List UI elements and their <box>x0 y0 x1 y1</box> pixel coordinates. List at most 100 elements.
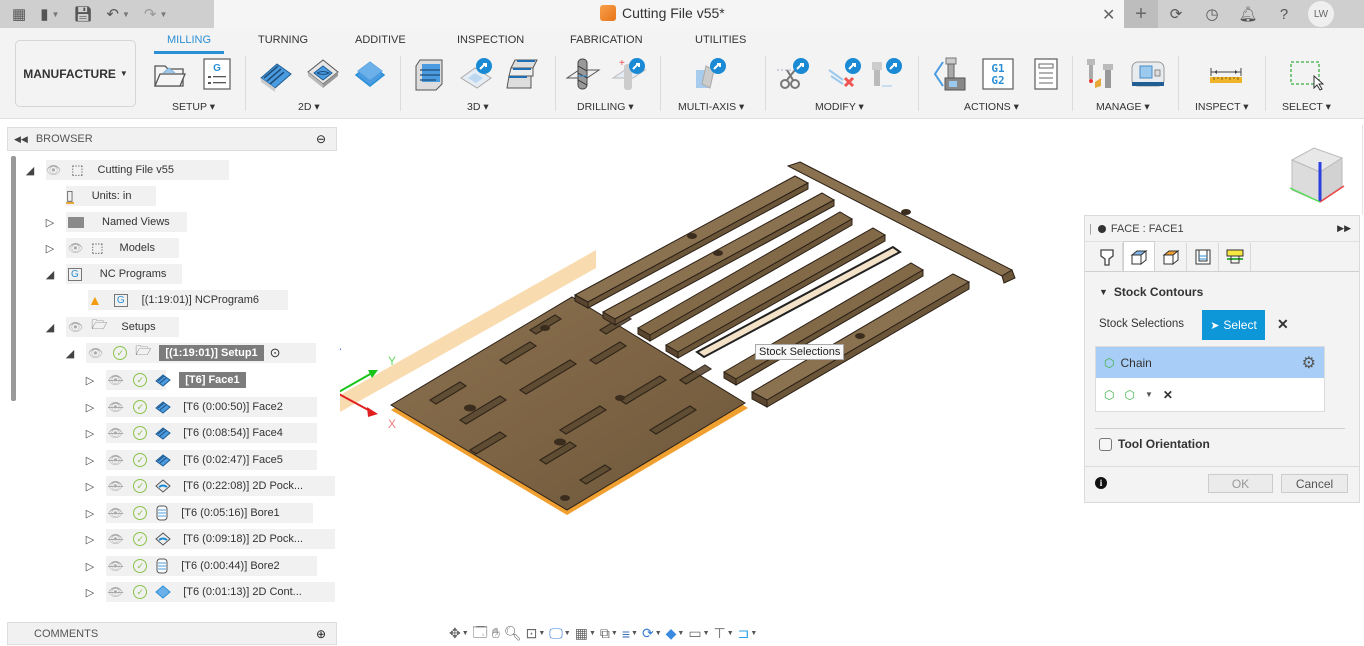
look-at-icon[interactable]: 🗔︎ <box>473 622 488 646</box>
group-multi-axis-label[interactable]: MULTI-AXIS ▾ <box>678 101 744 113</box>
job-status-icon[interactable]: ◷ <box>1194 5 1230 23</box>
orbit-icon[interactable]: ✥▼ <box>449 625 469 642</box>
redo-icon[interactable]: ↷▼ <box>144 5 168 23</box>
tree-node-operation[interactable]: ▷👁︎✓[T6 (0:01:13)] 2D Cont... <box>84 582 302 602</box>
2d-adaptive-icon[interactable] <box>258 56 294 92</box>
stock-display-icon[interactable]: ◆▼ <box>666 625 685 642</box>
tree-node-operation[interactable]: ▷👁︎✓[T6 (0:05:16)] Bore1 <box>84 503 280 523</box>
tree-node-operation[interactable]: ▷👁︎✓[T6 (0:09:18)] 2D Pock... <box>84 529 303 549</box>
geometry-tab-icon[interactable] <box>1123 241 1155 271</box>
3d-pocket-addin-icon[interactable] <box>458 56 494 92</box>
visibility-eye-icon[interactable]: 👁︎ <box>46 163 61 177</box>
expand-closed-icon[interactable]: ▷ <box>84 560 96 573</box>
tool-orientation-toggle[interactable]: Tool Orientation <box>1099 437 1210 451</box>
tab-inspection[interactable]: INSPECTION <box>457 34 524 46</box>
group-drilling-label[interactable]: DRILLING ▾ <box>577 101 634 113</box>
visibility-hidden-icon[interactable]: 👁︎ <box>108 506 123 520</box>
grid-menu-icon[interactable]: ▦ <box>12 5 26 23</box>
remove-chain-icon[interactable]: ✕ <box>1163 388 1173 402</box>
grid-icon[interactable]: ▦▼ <box>575 625 596 642</box>
setup-icon[interactable] <box>151 56 187 92</box>
tool-orientation-checkbox[interactable] <box>1099 438 1112 451</box>
tree-node-operation[interactable]: ▷👁︎✓[T6 (0:00:50)] Face2 <box>84 397 283 417</box>
add-chain-icon[interactable]: ⬡ <box>1104 388 1114 402</box>
expand-closed-icon[interactable]: ▷ <box>84 401 96 414</box>
visibility-hidden-icon[interactable]: 👁︎ <box>108 373 123 387</box>
chevron-down-icon[interactable]: ▼ <box>1145 390 1153 399</box>
steep-shallow-icon[interactable] <box>505 56 541 92</box>
viewports-icon[interactable]: ⧉▼ <box>600 625 618 642</box>
tool-display-icon[interactable]: ⊤▼ <box>714 625 734 642</box>
workspace-switcher[interactable]: MANUFACTURE ▼ <box>15 40 136 107</box>
tree-node-operation[interactable]: ▷👁︎✓[T6] Face1 <box>84 370 246 390</box>
visibility-hidden-icon[interactable]: 👁︎ <box>108 559 123 573</box>
group-3d-label[interactable]: 3D ▾ <box>467 101 489 113</box>
new-tab-icon[interactable]: + <box>1124 0 1158 28</box>
stock-select-button[interactable]: ➤ Select <box>1202 310 1265 340</box>
tree-node-operation[interactable]: ▷👁︎✓[T6 (0:08:54)] Face4 <box>84 423 283 443</box>
fit-icon[interactable]: ⊡▼ <box>526 625 546 642</box>
drill-icon[interactable] <box>565 56 601 92</box>
cancel-button[interactable]: Cancel <box>1281 474 1348 493</box>
collapse-browser-icon[interactable]: ◀◀ <box>14 134 28 145</box>
expand-closed-icon[interactable]: ▷ <box>84 507 96 520</box>
file-icon[interactable]: ▮▼ <box>40 5 59 23</box>
expand-closed-icon[interactable]: ▷ <box>44 242 56 255</box>
info-icon[interactable]: i <box>1095 477 1107 489</box>
post-process-icon[interactable]: G1G2 <box>980 56 1016 92</box>
simulate-icon[interactable] <box>933 56 969 92</box>
tree-node-nc-programs[interactable]: ◢ G NC Programs <box>44 264 166 284</box>
extensions-icon[interactable]: ⟳ <box>1158 5 1194 23</box>
gear-icon[interactable]: ⚙ <box>1302 353 1316 373</box>
zoom-icon[interactable]: 🔍︎ <box>504 625 522 642</box>
group-select-label[interactable]: SELECT ▾ <box>1282 101 1331 113</box>
visibility-eye-icon[interactable]: 👁︎ <box>88 346 103 360</box>
2d-pocket-icon[interactable] <box>305 56 341 92</box>
active-setup-icon[interactable]: ⊙ <box>270 345 281 361</box>
refresh-icon[interactable]: ⟳▼ <box>642 625 662 642</box>
browser-scrollbar[interactable] <box>11 156 16 401</box>
display-settings-icon[interactable]: 🖵︎▼ <box>549 625 570 642</box>
toolpath-display-icon[interactable]: ⊐▼ <box>738 625 758 642</box>
tool-tab-icon[interactable] <box>1091 243 1123 271</box>
visibility-hidden-icon[interactable]: 👁︎ <box>108 532 123 546</box>
browser-minimize-icon[interactable]: ⊖ <box>316 132 326 146</box>
tool-addin-icon[interactable] <box>868 56 904 92</box>
expand-closed-icon[interactable]: ▷ <box>84 480 96 493</box>
ok-button[interactable]: OK <box>1208 474 1273 493</box>
visibility-hidden-icon[interactable]: 👁︎ <box>108 585 123 599</box>
expand-closed-icon[interactable]: ▷ <box>44 216 56 229</box>
visibility-hidden-icon[interactable]: 👁︎ <box>108 400 123 414</box>
tab-turning[interactable]: TURNING <box>258 34 308 46</box>
tree-node-models[interactable]: ▷ 👁︎ ⬚ Models <box>44 238 155 258</box>
linking-tab-icon[interactable] <box>1219 243 1251 271</box>
group-modify-label[interactable]: MODIFY ▾ <box>815 101 864 113</box>
tree-node-units[interactable]: ▯ Units: in <box>66 186 131 206</box>
tree-node-operation[interactable]: ▷👁︎✓[T6 (0:02:47)] Face5 <box>84 450 283 470</box>
group-actions-label[interactable]: ACTIONS ▾ <box>964 101 1019 113</box>
visibility-eye-icon[interactable]: 👁︎ <box>68 241 83 255</box>
nc-program-icon[interactable]: G <box>199 56 235 92</box>
section-collapse-icon[interactable]: ▼ <box>1099 287 1108 297</box>
save-icon[interactable]: 💾︎ <box>73 5 92 23</box>
setup-sheet-icon[interactable] <box>1028 56 1064 92</box>
tab-utilities[interactable]: UTILITIES <box>695 34 746 46</box>
drill-addin-icon[interactable]: + <box>611 56 647 92</box>
visibility-hidden-icon[interactable]: 👁︎ <box>108 426 123 440</box>
user-avatar[interactable]: LW <box>1308 1 1334 27</box>
expand-open-icon[interactable]: ◢ <box>24 164 36 177</box>
group-2d-label[interactable]: 2D ▾ <box>298 101 320 113</box>
measure-icon[interactable] <box>1208 56 1244 92</box>
pan-icon[interactable]: ✋︎ <box>492 625 500 642</box>
tab-additive[interactable]: ADDITIVE <box>355 34 406 46</box>
expand-closed-icon[interactable]: ▷ <box>84 454 96 467</box>
expand-closed-icon[interactable]: ▷ <box>84 586 96 599</box>
add-chain-alt-icon[interactable]: ⬡ <box>1124 388 1134 402</box>
add-comment-icon[interactable]: ⊕ <box>316 627 326 641</box>
group-manage-label[interactable]: MANAGE ▾ <box>1096 101 1150 113</box>
passes-tab-icon[interactable] <box>1187 243 1219 271</box>
tree-node-root[interactable]: ◢ 👁︎ ⬚ Cutting File v55 <box>24 160 174 180</box>
tree-node-named-views[interactable]: ▷ Named Views <box>44 212 170 232</box>
tree-node-ncprogram6[interactable]: ▲ G [(1:19:01)] NCProgram6 <box>88 290 259 310</box>
machine-library-icon[interactable] <box>1130 56 1166 92</box>
